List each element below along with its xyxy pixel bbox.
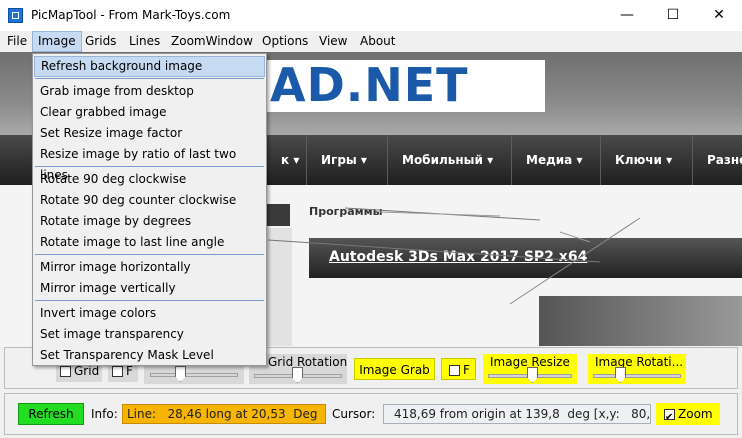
- menu-lines[interactable]: Lines: [124, 31, 165, 52]
- refresh-button[interactable]: Refresh: [18, 403, 84, 425]
- image-menu-item[interactable]: Mirror image vertically: [34, 278, 265, 299]
- zoom-checkbox-box: [664, 407, 675, 429]
- image-f-checkbox-box: [449, 365, 460, 376]
- image-menu-item[interactable]: Set Resize image factor: [34, 123, 265, 144]
- image-rotation-slider-track[interactable]: [593, 374, 681, 378]
- menu-separator: [35, 300, 264, 301]
- grid-f-label: F: [126, 364, 133, 378]
- grid-f-checkbox-box: [112, 366, 123, 377]
- image-menu-item[interactable]: Rotate 90 deg counter clockwise: [34, 190, 265, 211]
- image-menu-item[interactable]: Refresh background image: [34, 56, 265, 77]
- image-f-label: F: [463, 363, 470, 377]
- image-menu-dropdown: Refresh background image Grab image from …: [32, 53, 267, 366]
- menu-separator: [35, 166, 264, 167]
- image-menu-item[interactable]: Resize image by ratio of last two lines: [34, 144, 265, 182]
- info-value: Line: 28,46 long at 20,53 Deg: [122, 404, 326, 424]
- image-menu-item[interactable]: Grab image from desktop: [34, 81, 265, 102]
- grid-rotation-label: Grid Rotation: [268, 355, 348, 369]
- zoom-checkbox[interactable]: Zoom: [656, 403, 720, 429]
- title-bar: PicMapTool - From Mark-Toys.com — ☐ ✕: [0, 0, 742, 31]
- image-menu-item[interactable]: Invert image colors: [34, 303, 265, 324]
- image-menu-item[interactable]: Rotate image to last line angle: [34, 232, 265, 253]
- drawn-line: [379, 211, 501, 217]
- menu-file[interactable]: File: [2, 31, 32, 52]
- drawn-line: [509, 217, 641, 305]
- maximize-button[interactable]: ☐: [650, 0, 696, 31]
- window-title: PicMapTool - From Mark-Toys.com: [31, 8, 231, 22]
- image-menu-item[interactable]: Mirror image horizontally: [34, 257, 265, 278]
- image-grab-button[interactable]: Image Grab: [354, 358, 435, 380]
- app-icon: [8, 8, 23, 23]
- menu-separator: [35, 78, 264, 79]
- minimize-button[interactable]: —: [604, 0, 650, 31]
- drawn-line: [559, 231, 591, 243]
- image-menu-item[interactable]: Set Transparency Mask Level: [34, 345, 265, 366]
- image-menu-item[interactable]: Clear grabbed image: [34, 102, 265, 123]
- menu-about[interactable]: About: [355, 31, 400, 52]
- image-menu-item[interactable]: Rotate image by degrees: [34, 211, 265, 232]
- menu-image[interactable]: Image: [32, 31, 82, 52]
- cursor-label: Cursor:: [332, 407, 376, 421]
- grid-checkbox-box: [60, 366, 71, 377]
- menu-separator: [35, 254, 264, 255]
- cursor-value: 418,69 from origin at 139,8 deg [x,y: 80…: [383, 404, 678, 424]
- zoom-label: Zoom: [678, 407, 713, 421]
- grid-label: Grid: [74, 364, 100, 378]
- image-menu-item[interactable]: Set image transparency: [34, 324, 265, 345]
- menu-zoomwindow[interactable]: ZoomWindow: [166, 31, 258, 52]
- menu-bar: File Image Grids Lines ZoomWindow Option…: [0, 31, 742, 52]
- image-rotation-label: Image Rotati...: [595, 355, 684, 369]
- close-button[interactable]: ✕: [696, 0, 742, 31]
- image-f-checkbox[interactable]: F: [441, 358, 476, 380]
- info-label: Info:: [91, 407, 118, 421]
- menu-grids[interactable]: Grids: [80, 31, 121, 52]
- drawn-line: [267, 239, 601, 263]
- menu-options[interactable]: Options: [257, 31, 313, 52]
- image-menu-item[interactable]: Rotate 90 deg clockwise: [34, 169, 265, 190]
- menu-view[interactable]: View: [314, 31, 352, 52]
- grid-slider-track[interactable]: [150, 373, 238, 377]
- image-resize-label: Image Resize: [490, 355, 570, 369]
